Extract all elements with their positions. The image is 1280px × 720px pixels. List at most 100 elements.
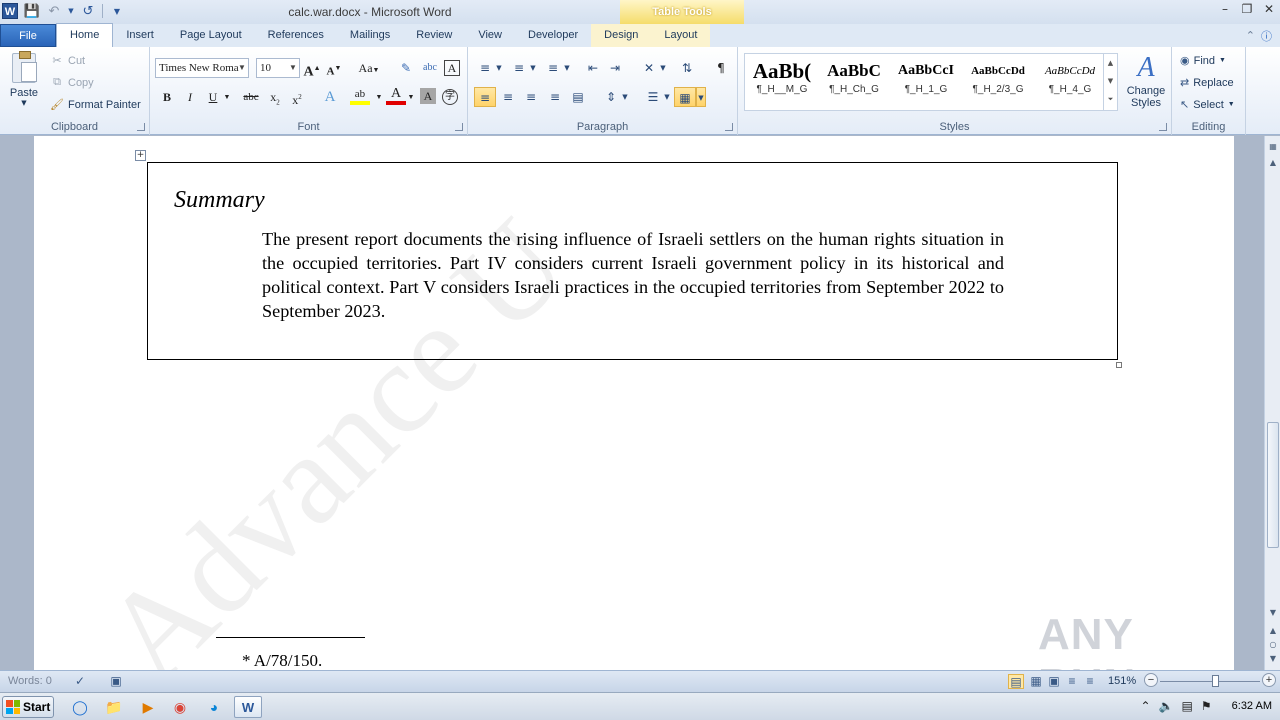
italic-button[interactable]: I <box>180 87 200 107</box>
close-icon[interactable]: ✕ <box>1262 2 1276 16</box>
summary-table[interactable]: Summary The present report documents the… <box>147 162 1118 360</box>
browse-object-icon[interactable]: ○ <box>1265 638 1280 652</box>
align-center-button[interactable]: ≡ <box>497 87 519 107</box>
scroll-up-icon[interactable]: ▲ <box>1265 156 1280 170</box>
gallery-up-icon[interactable]: ▲ <box>1104 54 1117 72</box>
tab-references[interactable]: References <box>255 24 337 47</box>
show-hide-formatting-icon[interactable]: ¶ <box>710 58 732 78</box>
zoom-in-icon[interactable]: + <box>1262 673 1276 687</box>
increase-indent-icon[interactable]: ⇥ <box>604 58 626 78</box>
align-right-button[interactable]: ≡ <box>520 87 542 107</box>
volume-icon[interactable]: 🔈 <box>1159 699 1174 713</box>
select-button[interactable]: ↖ Select ▼ <box>1180 98 1235 112</box>
zoom-out-icon[interactable]: − <box>1144 673 1158 687</box>
table-move-handle-icon[interactable]: + <box>135 150 146 161</box>
font-color-icon[interactable]: A <box>386 87 406 105</box>
font-size-combo[interactable]: 10 ▼ <box>256 58 300 78</box>
bold-button[interactable]: B <box>157 87 177 107</box>
justify-button[interactable]: ≡ <box>544 87 566 107</box>
scroll-thumb[interactable] <box>1267 422 1279 548</box>
shading-dropdown-icon[interactable]: ▼ <box>662 87 672 107</box>
borders-icon[interactable]: ▦ <box>674 87 696 107</box>
line-spacing-icon[interactable]: ⇕ <box>600 87 622 107</box>
font-size-dropdown-icon[interactable]: ▼ <box>287 59 299 77</box>
highlight-color-icon[interactable]: ab <box>350 87 370 105</box>
media-player-taskbar-icon[interactable]: ▶ <box>134 696 162 718</box>
change-case-icon[interactable]: Aa▼ <box>356 58 382 78</box>
superscript-button[interactable]: x2 <box>287 87 307 107</box>
borders-dropdown-icon[interactable]: ▼ <box>696 87 706 107</box>
style-h-ch-g[interactable]: AaBbC ¶_H_Ch_G <box>819 58 889 110</box>
tab-layout[interactable]: Layout <box>651 24 711 47</box>
gallery-down-icon[interactable]: ▼ <box>1104 72 1117 90</box>
next-page-icon[interactable]: ▼ <box>1265 652 1280 666</box>
draft-view-icon[interactable]: ≡ <box>1082 674 1098 689</box>
align-left-button[interactable]: ≡ <box>474 87 496 107</box>
bullets-dropdown-icon[interactable]: ▼ <box>494 58 504 78</box>
ruler-toggle-icon[interactable]: ▦ <box>1265 140 1280 154</box>
help-icon[interactable]: ⓘ <box>1261 28 1272 44</box>
underline-button[interactable]: U <box>203 87 223 107</box>
underline-dropdown-icon[interactable]: ▼ <box>222 87 232 107</box>
multilevel-list-icon[interactable]: ≡ <box>542 58 564 78</box>
highlight-dropdown-icon[interactable]: ▼ <box>374 87 384 107</box>
phonetic-guide-icon[interactable]: abc <box>420 58 440 78</box>
minimize-icon[interactable]: – <box>1218 2 1232 16</box>
proofing-icon[interactable]: ✓ <box>72 674 88 689</box>
full-screen-reading-icon[interactable]: ▦ <box>1028 674 1044 689</box>
tab-file[interactable]: File <box>0 24 56 47</box>
numbering-icon[interactable]: ≡ <box>508 58 530 78</box>
tab-mailings[interactable]: Mailings <box>337 24 403 47</box>
subscript-button[interactable]: x2 <box>265 87 285 107</box>
change-styles-button[interactable]: A Change Styles <box>1124 51 1168 109</box>
copy-button[interactable]: ⧉ Copy <box>50 76 94 89</box>
character-border-icon[interactable]: A <box>444 60 460 76</box>
tab-design[interactable]: Design <box>591 24 652 47</box>
distributed-button[interactable]: ▤ <box>567 87 589 107</box>
restore-icon[interactable]: ❐ <box>1240 2 1254 16</box>
strikethrough-button[interactable]: abc <box>239 87 263 107</box>
font-color-dropdown-icon[interactable]: ▼ <box>406 87 416 107</box>
find-dropdown-icon[interactable]: ▼ <box>1219 57 1226 64</box>
enclose-characters-icon[interactable]: 字 <box>442 89 458 105</box>
tab-view[interactable]: View <box>465 24 515 47</box>
grow-font-icon[interactable]: A▲ <box>302 58 322 80</box>
tab-home[interactable]: Home <box>56 23 114 47</box>
clear-formatting-icon[interactable]: ✎ <box>396 58 416 78</box>
paragraph-launcher-icon[interactable] <box>725 123 733 131</box>
style-h-m-g[interactable]: AaBb( ¶_H__M_G <box>747 58 817 110</box>
scroll-down-icon[interactable]: ▼ <box>1265 606 1280 620</box>
cut-button[interactable]: ✂ Cut <box>50 54 85 68</box>
explorer-taskbar-icon[interactable]: 📁 <box>100 696 128 718</box>
tab-insert[interactable]: Insert <box>113 24 167 47</box>
minimize-ribbon-icon[interactable]: ⌃ <box>1246 29 1255 42</box>
asian-layout-dropdown-icon[interactable]: ▼ <box>658 58 668 78</box>
edge-taskbar-icon[interactable]: ◕ <box>200 696 228 718</box>
zoom-level[interactable]: 151% <box>1108 675 1136 687</box>
line-spacing-dropdown-icon[interactable]: ▼ <box>620 87 630 107</box>
font-launcher-icon[interactable] <box>455 123 463 131</box>
find-button[interactable]: ◉ Find ▼ <box>1180 54 1226 68</box>
action-center-flag-icon[interactable]: ⚑ <box>1201 699 1212 713</box>
asian-layout-icon[interactable]: ✕ <box>638 58 660 78</box>
word-taskbar-icon[interactable]: W <box>234 696 262 718</box>
macro-record-icon[interactable]: ▣ <box>108 674 124 689</box>
tab-developer[interactable]: Developer <box>515 24 591 47</box>
gallery-more-icon[interactable]: ⏷ <box>1104 90 1117 108</box>
start-button[interactable]: Start <box>2 696 54 718</box>
print-layout-view-icon[interactable]: ▤ <box>1008 674 1024 689</box>
shading-bucket-icon[interactable]: ☰ <box>642 87 664 107</box>
zoom-slider-thumb[interactable] <box>1212 675 1219 687</box>
text-effects-icon[interactable]: A <box>320 87 340 107</box>
outline-view-icon[interactable]: ≡ <box>1064 674 1080 689</box>
style-h-2-3-g[interactable]: AaBbCcDd ¶_H_2/3_G <box>963 58 1033 110</box>
select-dropdown-icon[interactable]: ▼ <box>1228 101 1235 108</box>
chrome-taskbar-icon[interactable]: ◉ <box>166 696 194 718</box>
style-h-1-g[interactable]: AaBbCcI ¶_H_1_G <box>891 58 961 110</box>
zoom-slider-track[interactable] <box>1160 681 1260 682</box>
vertical-scrollbar[interactable]: ▦ ▲ ▼ ▲ ○ ▼ <box>1264 136 1280 670</box>
sort-icon[interactable]: ⇅ <box>676 58 698 78</box>
format-painter-button[interactable]: 🖌 Format Painter <box>50 98 141 112</box>
replace-button[interactable]: ⇄ Replace <box>1180 76 1234 90</box>
numbering-dropdown-icon[interactable]: ▼ <box>528 58 538 78</box>
